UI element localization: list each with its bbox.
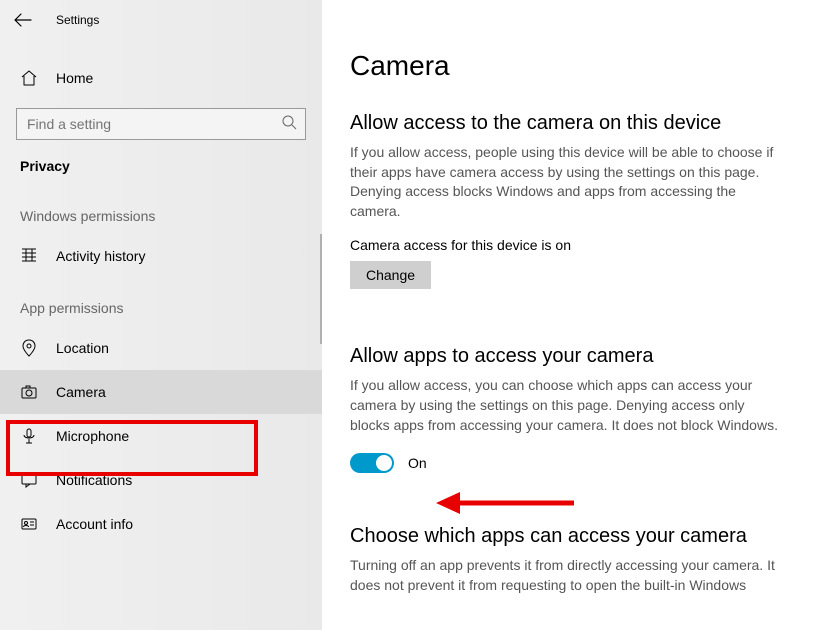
app-access-toggle[interactable]: [350, 453, 394, 473]
sidebar-item-home[interactable]: Home: [0, 58, 322, 98]
sidebar-item-label: Activity history: [56, 248, 145, 264]
section-title-app-access: Allow apps to access your camera: [350, 345, 790, 368]
scrollbar[interactable]: [320, 234, 322, 344]
toggle-row-app-access: On: [350, 453, 790, 473]
search-icon: [281, 114, 297, 135]
page-title: Camera: [350, 50, 790, 82]
section-body-choose-apps: Turning off an app prevents it from dire…: [350, 556, 780, 595]
sidebar-item-activity-history[interactable]: Activity history: [0, 234, 322, 278]
activity-history-icon: [20, 247, 38, 265]
search-container: [0, 98, 322, 148]
toggle-label: On: [408, 455, 427, 471]
sidebar-item-microphone[interactable]: Microphone: [0, 414, 322, 458]
group-label-app-permissions: App permissions: [0, 278, 322, 326]
section-label-privacy: Privacy: [0, 148, 322, 186]
titlebar: Settings: [0, 0, 322, 40]
section-body-app-access: If you allow access, you can choose whic…: [350, 376, 780, 435]
back-icon[interactable]: [14, 13, 32, 27]
sidebar-item-label: Account info: [56, 516, 133, 532]
toggle-knob: [376, 455, 392, 471]
sidebar-item-location[interactable]: Location: [0, 326, 322, 370]
section-title-device-access: Allow access to the camera on this devic…: [350, 112, 790, 135]
group-label-windows-permissions: Windows permissions: [0, 186, 322, 234]
sidebar-item-account-info[interactable]: Account info: [0, 502, 322, 546]
main-content: Camera Allow access to the camera on thi…: [322, 0, 818, 630]
notifications-icon: [20, 471, 38, 489]
sidebar-item-camera[interactable]: Camera: [0, 370, 322, 414]
account-info-icon: [20, 515, 38, 533]
sidebar-item-notifications[interactable]: Notifications: [0, 458, 322, 502]
home-label: Home: [56, 70, 93, 86]
search-input[interactable]: [25, 115, 281, 133]
sidebar-item-label: Notifications: [56, 472, 132, 488]
device-access-status: Camera access for this device is on: [350, 237, 790, 253]
sidebar-item-label: Camera: [56, 384, 106, 400]
change-button[interactable]: Change: [350, 261, 431, 289]
sidebar-item-label: Microphone: [56, 428, 129, 444]
sidebar: Settings Home Privacy Windows permission…: [0, 0, 322, 630]
window-title: Settings: [56, 13, 99, 27]
sidebar-item-label: Location: [56, 340, 109, 356]
location-icon: [20, 339, 38, 357]
microphone-icon: [20, 427, 38, 445]
section-body-device-access: If you allow access, people using this d…: [350, 143, 780, 221]
camera-icon: [20, 383, 38, 401]
home-icon: [20, 69, 38, 87]
search-box[interactable]: [16, 108, 306, 140]
section-title-choose-apps: Choose which apps can access your camera: [350, 525, 790, 548]
